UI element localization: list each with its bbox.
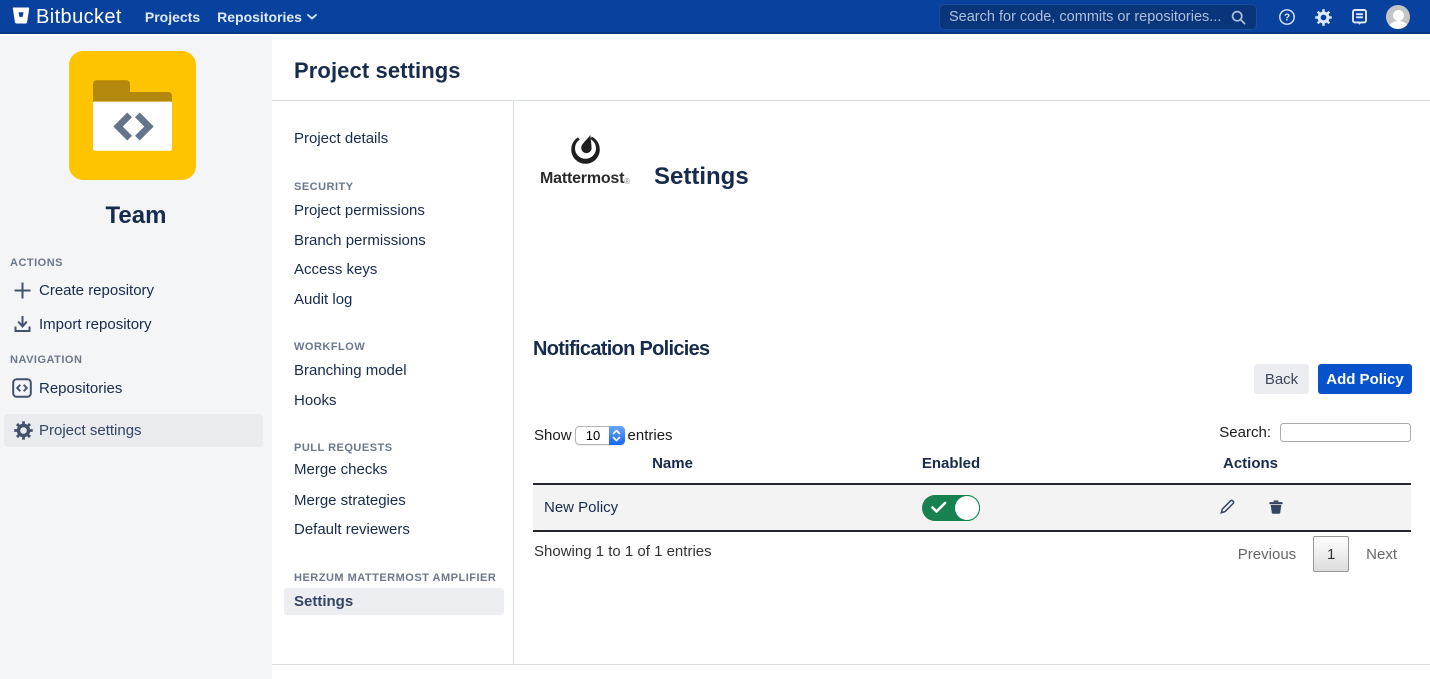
svg-text:?: ? (1284, 13, 1290, 24)
